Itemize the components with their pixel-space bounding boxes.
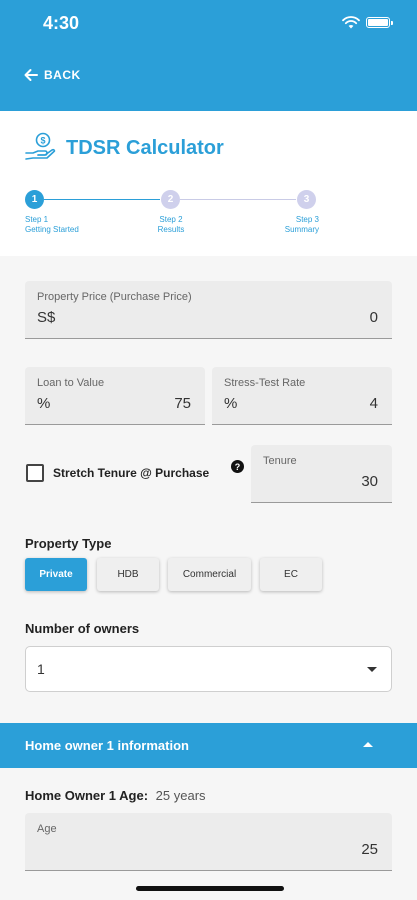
currency-prefix: S$ <box>37 309 56 326</box>
stretch-tenure-label: Stretch Tenure @ Purchase <box>53 466 210 480</box>
stress-test-rate-field[interactable]: Stress-Test Rate % 4 <box>212 367 392 425</box>
property-type-label: Property Type <box>25 536 112 551</box>
owner-age-value: 25 years <box>155 788 206 803</box>
wifi-icon <box>342 16 360 29</box>
property-type-ec-chip[interactable]: EC <box>260 558 322 591</box>
back-button[interactable]: BACK <box>24 68 81 82</box>
app-bar: 4:30 BACK <box>0 0 417 111</box>
back-label: BACK <box>44 68 81 82</box>
step-1-indicator[interactable]: 1 <box>25 190 44 209</box>
property-type-hdb-chip[interactable]: HDB <box>97 558 159 591</box>
owner-1-accordion[interactable]: Home owner 1 information <box>0 723 417 768</box>
chevron-up-icon <box>363 742 373 747</box>
percent-prefix: % <box>224 395 238 412</box>
calculator-form: Property Price (Purchase Price) S$ 0 Loa… <box>0 256 417 723</box>
age-value: 25 <box>361 841 378 858</box>
tenure-value: 30 <box>361 473 378 490</box>
number-of-owners-value: 1 <box>37 661 45 677</box>
property-price-value: 0 <box>369 309 378 326</box>
battery-icon <box>366 17 393 28</box>
money-hand-icon: $ <box>25 132 56 160</box>
svg-text:$: $ <box>40 136 45 146</box>
property-type-private-chip[interactable]: Private <box>25 558 87 591</box>
home-indicator <box>136 886 284 891</box>
property-price-field[interactable]: Property Price (Purchase Price) S$ 0 <box>25 281 392 339</box>
tenure-label: Tenure <box>263 455 297 467</box>
age-label: Age <box>37 823 57 835</box>
loan-to-value-value: 75 <box>174 395 191 412</box>
stepper: 1 2 3 Step 1 Getting Started Step 2 Resu… <box>0 189 417 249</box>
age-field[interactable]: Age 25 <box>25 813 392 871</box>
step-2-label: Step 2 Results <box>157 215 185 234</box>
loan-to-value-field[interactable]: Loan to Value % 75 <box>25 367 205 425</box>
owner-1-accordion-title: Home owner 1 information <box>25 738 189 753</box>
stretch-tenure-checkbox[interactable] <box>26 464 44 482</box>
stress-test-rate-value: 4 <box>369 395 378 412</box>
step-connector-2 <box>180 199 296 200</box>
help-icon[interactable]: ? <box>231 460 244 473</box>
step-1-label: Step 1 Getting Started <box>25 215 79 234</box>
owner-age-label: Home Owner 1 Age: <box>25 788 149 803</box>
loan-to-value-label: Loan to Value <box>37 377 105 389</box>
stress-test-rate-label: Stress-Test Rate <box>224 377 306 389</box>
status-icons <box>342 16 393 29</box>
owner-1-section: Home Owner 1 Age: 25 years Age 25 <box>0 768 417 900</box>
property-type-commercial-chip[interactable]: Commercial <box>168 558 251 591</box>
stretch-tenure-row[interactable]: Stretch Tenure @ Purchase <box>26 464 209 482</box>
step-3-indicator[interactable]: 3 <box>297 190 316 209</box>
percent-prefix: % <box>37 395 51 412</box>
page-title: TDSR Calculator <box>66 136 224 159</box>
header: $ TDSR Calculator 1 2 3 Step 1 Getting S… <box>0 111 417 256</box>
property-price-label: Property Price (Purchase Price) <box>37 291 192 303</box>
step-connector-1 <box>44 199 160 200</box>
number-of-owners-label: Number of owners <box>25 621 140 636</box>
status-time: 4:30 <box>43 13 80 33</box>
number-of-owners-select[interactable]: 1 <box>25 646 392 692</box>
chevron-down-icon <box>367 667 377 672</box>
step-2-indicator[interactable]: 2 <box>161 190 180 209</box>
title-row: $ TDSR Calculator <box>24 132 224 164</box>
owner-age-summary: Home Owner 1 Age: 25 years <box>25 788 206 803</box>
tenure-field[interactable]: Tenure 30 <box>251 445 392 503</box>
arrow-left-icon <box>24 69 38 81</box>
step-3-label: Step 3 Summary <box>284 215 319 234</box>
